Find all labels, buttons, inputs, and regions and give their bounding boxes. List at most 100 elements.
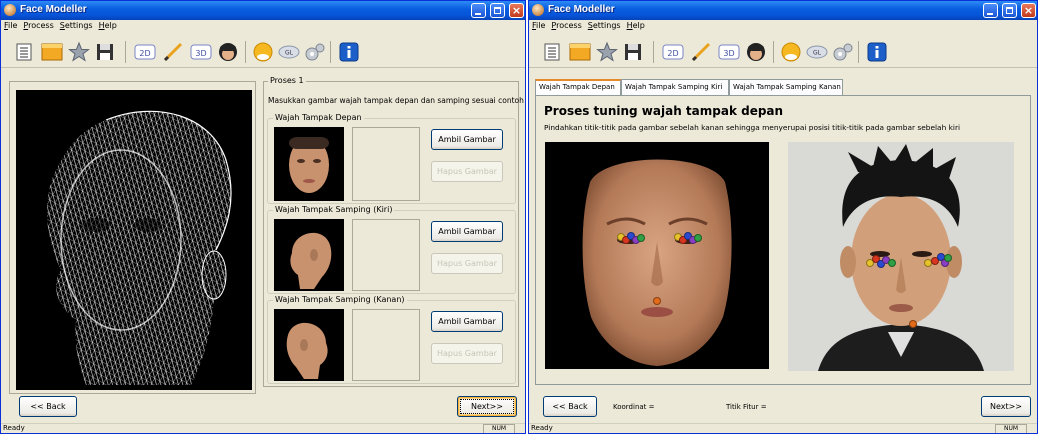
back-button[interactable]: << Back bbox=[19, 396, 77, 417]
group-left-side-label: Wajah Tampak Samping (Kiri) bbox=[273, 205, 395, 214]
title-bar[interactable]: Face Modeller × bbox=[1, 1, 525, 20]
right-side-take-image-button[interactable]: Ambil Gambar bbox=[431, 311, 503, 332]
info-icon[interactable] bbox=[338, 41, 360, 63]
menu-bar: File Process Settings Help bbox=[1, 20, 525, 33]
menu-process[interactable]: Process bbox=[548, 20, 584, 31]
2d-text: 2D bbox=[139, 49, 150, 58]
koordinat-label: Koordinat = bbox=[613, 403, 655, 411]
head-icon[interactable] bbox=[745, 41, 767, 63]
maximize-button[interactable] bbox=[490, 3, 505, 18]
tab-panel: Proses tuning wajah tampak depan Pindahk… bbox=[535, 95, 1031, 385]
2d-icon[interactable]: 2D bbox=[134, 41, 156, 63]
menu-settings[interactable]: Settings bbox=[585, 20, 624, 31]
tab-left-side[interactable]: Wajah Tampak Samping Kiri bbox=[621, 79, 729, 95]
info-icon[interactable] bbox=[866, 41, 888, 63]
window-title: Face Modeller bbox=[20, 4, 87, 15]
star-icon[interactable] bbox=[68, 41, 90, 63]
close-button[interactable]: × bbox=[509, 3, 524, 18]
back-button[interactable]: << Back bbox=[543, 396, 597, 417]
group-right-side-label: Wajah Tampak Samping (Kanan) bbox=[273, 295, 407, 304]
feature-point[interactable] bbox=[694, 234, 702, 242]
minimize-button[interactable] bbox=[471, 3, 486, 18]
face-icon[interactable] bbox=[252, 41, 274, 63]
left-side-image-slot[interactable] bbox=[352, 219, 420, 291]
right-side-remove-image-button[interactable]: Hapus Gambar bbox=[431, 343, 503, 364]
feature-point[interactable] bbox=[653, 297, 661, 305]
head-icon[interactable] bbox=[217, 41, 239, 63]
opengl-icon[interactable]: GL bbox=[278, 41, 300, 63]
menu-help[interactable]: Help bbox=[624, 20, 648, 31]
3d-icon[interactable]: 3D bbox=[718, 41, 740, 63]
app-face-icon bbox=[4, 4, 16, 16]
front-face-image bbox=[289, 137, 329, 193]
title-bar[interactable]: Face Modeller × bbox=[529, 1, 1037, 20]
instruction-text: Masukkan gambar wajah tampak depan dan s… bbox=[268, 96, 526, 105]
group-front: Wajah Tampak Depan Ambil Gambar Hapus Ga… bbox=[267, 113, 516, 204]
right-side-image-slot[interactable] bbox=[352, 309, 420, 381]
next-button[interactable]: Next>> bbox=[981, 396, 1031, 417]
save-icon[interactable] bbox=[94, 41, 116, 63]
3d-text: 3D bbox=[723, 49, 734, 58]
pencil-icon[interactable] bbox=[690, 41, 712, 63]
left-side-thumbnail bbox=[274, 219, 344, 291]
status-text: Ready bbox=[3, 424, 25, 432]
menu-file[interactable]: File bbox=[1, 20, 20, 31]
front-face-thumbnail bbox=[274, 127, 344, 201]
wireframe-frame bbox=[9, 81, 256, 394]
model-face-viewport[interactable] bbox=[545, 142, 769, 369]
gl-text: GL bbox=[813, 50, 822, 57]
group-front-label: Wajah Tampak Depan bbox=[273, 113, 364, 122]
left-side-remove-image-button[interactable]: Hapus Gambar bbox=[431, 253, 503, 274]
wireframe-viewport[interactable] bbox=[16, 90, 252, 390]
feature-point[interactable] bbox=[888, 259, 896, 267]
tab-right-side[interactable]: Wajah Tampak Samping Kanan bbox=[729, 79, 843, 95]
status-text: Ready bbox=[531, 424, 553, 432]
feature-point[interactable] bbox=[909, 320, 917, 328]
input-frame: Proses 1 Masukkan gambar wajah tampak de… bbox=[263, 76, 526, 387]
panel-icon[interactable] bbox=[41, 41, 63, 63]
menu-file[interactable]: File bbox=[529, 20, 548, 31]
2d-icon[interactable]: 2D bbox=[662, 41, 684, 63]
list-icon[interactable] bbox=[541, 41, 563, 63]
group-left-side: Wajah Tampak Samping (Kiri) Ambil Gambar… bbox=[267, 205, 516, 294]
panel-icon[interactable] bbox=[569, 41, 591, 63]
gears-icon[interactable] bbox=[832, 41, 854, 63]
num-lock-indicator: NUM bbox=[483, 424, 515, 433]
face-modeller-window-left: Face Modeller × File Process Settings Help … bbox=[0, 0, 526, 434]
model-face-image bbox=[582, 159, 732, 366]
face-icon[interactable] bbox=[780, 41, 802, 63]
front-take-image-button[interactable]: Ambil Gambar bbox=[431, 129, 503, 150]
save-icon[interactable] bbox=[622, 41, 644, 63]
feature-point[interactable] bbox=[637, 234, 645, 242]
proses-label: Proses 1 bbox=[268, 76, 306, 85]
menu-process[interactable]: Process bbox=[20, 20, 56, 31]
3d-text: 3D bbox=[195, 49, 206, 58]
minimize-button[interactable] bbox=[983, 3, 998, 18]
feature-point[interactable] bbox=[944, 254, 952, 262]
opengl-icon[interactable]: GL bbox=[806, 41, 828, 63]
photo-face-viewport[interactable] bbox=[788, 142, 1014, 371]
window-title: Face Modeller bbox=[548, 4, 615, 15]
close-button[interactable]: × bbox=[1021, 3, 1036, 18]
star-icon[interactable] bbox=[596, 41, 618, 63]
num-lock-indicator: NUM bbox=[995, 424, 1027, 433]
2d-text: 2D bbox=[667, 49, 678, 58]
photo-face-image bbox=[788, 142, 1014, 371]
toolbar: 2D 3D GL bbox=[529, 34, 1037, 68]
front-remove-image-button[interactable]: Hapus Gambar bbox=[431, 161, 503, 182]
list-icon[interactable] bbox=[13, 41, 35, 63]
maximize-button[interactable] bbox=[1002, 3, 1017, 18]
next-button[interactable]: Next>> bbox=[457, 396, 517, 417]
3d-icon[interactable]: 3D bbox=[190, 41, 212, 63]
tab-front[interactable]: Wajah Tampak Depan bbox=[535, 79, 621, 96]
left-side-image bbox=[290, 232, 332, 289]
menu-settings[interactable]: Settings bbox=[57, 20, 96, 31]
menu-help[interactable]: Help bbox=[96, 20, 120, 31]
toolbar: 2D 3D GL bbox=[1, 34, 525, 68]
titik-fitur-label: Titik Fitur = bbox=[726, 403, 767, 411]
pencil-icon[interactable] bbox=[162, 41, 184, 63]
app-face-icon bbox=[532, 4, 544, 16]
left-side-take-image-button[interactable]: Ambil Gambar bbox=[431, 221, 503, 242]
front-image-slot[interactable] bbox=[352, 127, 420, 201]
gears-icon[interactable] bbox=[304, 41, 326, 63]
